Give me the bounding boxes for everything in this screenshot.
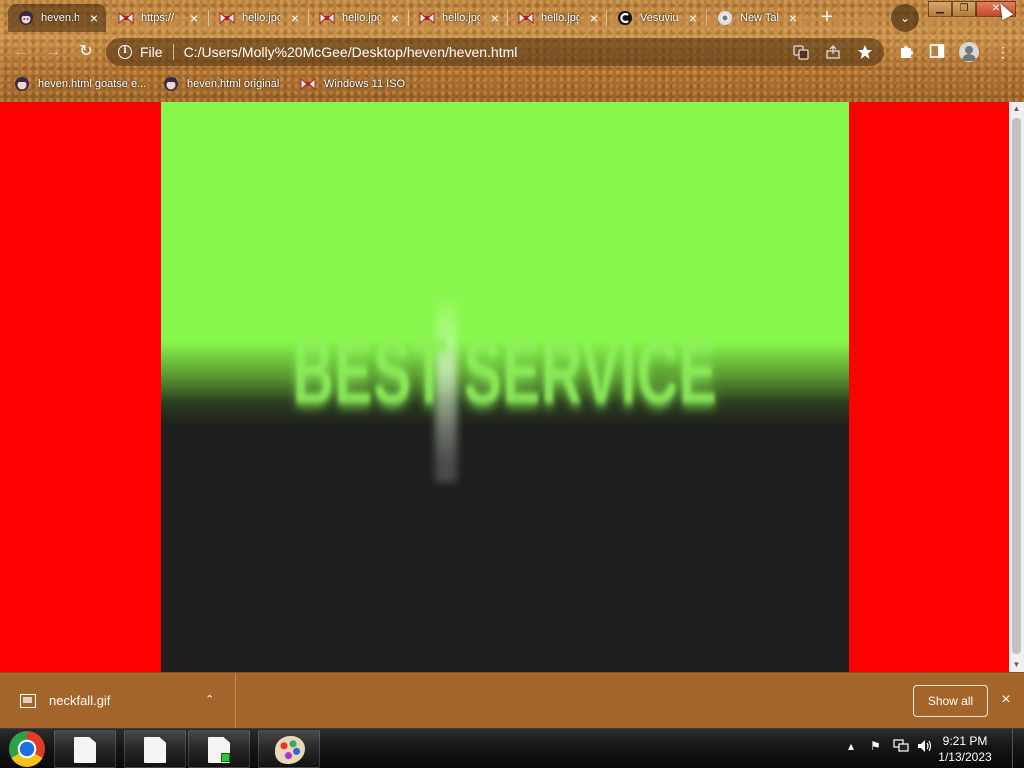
bookmark-star-icon[interactable] bbox=[856, 44, 874, 60]
bow-icon bbox=[518, 10, 534, 26]
anime-avatar-icon bbox=[14, 76, 30, 92]
chevron-up-icon[interactable]: ⌃ bbox=[205, 693, 214, 706]
network-icon[interactable] bbox=[893, 739, 909, 756]
paint-palette-icon bbox=[275, 736, 305, 764]
bookmark-label: heven.html goatse e... bbox=[38, 78, 147, 90]
address-bar[interactable]: i File C:/Users/Molly%20McGee/Desktop/he… bbox=[106, 38, 884, 66]
chrome-icon bbox=[717, 10, 733, 26]
tab-title: hello.jpg bbox=[342, 12, 380, 24]
c-logo-icon bbox=[617, 10, 633, 26]
download-shelf: neckfall.gif ⌃ Show all × bbox=[0, 672, 1024, 729]
bow-icon bbox=[319, 10, 335, 26]
scroll-up-arrow-icon[interactable]: ▲ bbox=[1009, 102, 1024, 116]
tab-vesuvius[interactable]: Vesuvius × bbox=[607, 4, 705, 32]
tab-close-icon[interactable]: × bbox=[90, 10, 98, 26]
green-badge-icon bbox=[221, 753, 230, 762]
tab-title: hello.jpg bbox=[242, 12, 280, 24]
restore-button[interactable]: ❐ bbox=[952, 1, 976, 17]
tab-close-icon[interactable]: × bbox=[491, 10, 499, 26]
scheme-label: File bbox=[140, 44, 163, 60]
show-desktop-button[interactable] bbox=[1012, 729, 1024, 768]
tab-close-icon[interactable]: × bbox=[789, 10, 797, 26]
back-button[interactable]: ← bbox=[10, 41, 32, 63]
minimize-icon: ▁ bbox=[936, 3, 944, 14]
bookmarks-bar: heven.html goatse e... heven.html origin… bbox=[0, 70, 1024, 98]
action-center-flag-icon[interactable]: ⚑ bbox=[870, 739, 881, 753]
tab-title: https:// bbox=[141, 12, 175, 24]
scroll-thumb[interactable] bbox=[1012, 118, 1021, 654]
translate-icon[interactable] bbox=[792, 44, 810, 60]
taskbar-app-paint[interactable] bbox=[258, 730, 320, 768]
download-item[interactable]: neckfall.gif ⌃ bbox=[0, 673, 236, 729]
forward-button[interactable]: → bbox=[42, 41, 64, 63]
bow-icon bbox=[118, 10, 134, 26]
page-content: BEST SERVICE bbox=[0, 102, 1009, 672]
clock-date: 1/13/2023 bbox=[938, 750, 992, 764]
tab-hello-jpg-2[interactable]: hello.jpg × bbox=[309, 4, 407, 32]
tab-hello-jpg-3[interactable]: hello.jpg × bbox=[409, 4, 507, 32]
system-clock[interactable]: 9:21 PM 1/13/2023 bbox=[930, 733, 1000, 765]
clock-time: 9:21 PM bbox=[942, 734, 988, 748]
tab-title: hello.jpg bbox=[442, 12, 480, 24]
bow-icon bbox=[419, 10, 435, 26]
tab-close-icon[interactable]: × bbox=[190, 10, 198, 26]
download-file-name: neckfall.gif bbox=[49, 693, 111, 708]
browser-chrome: heven.html × https:// × hello.jpg × hell… bbox=[0, 0, 1024, 102]
show-all-button[interactable]: Show all bbox=[913, 685, 988, 717]
tab-close-icon[interactable]: × bbox=[689, 10, 697, 26]
tab-title: hello.jpg bbox=[541, 12, 579, 24]
url-text[interactable]: C:/Users/Molly%20McGee/Desktop/heven/hev… bbox=[184, 44, 518, 60]
stage-headline: BEST SERVICE bbox=[292, 321, 718, 423]
tab-hello-jpg-1[interactable]: hello.jpg × bbox=[209, 4, 307, 32]
share-icon[interactable] bbox=[824, 44, 842, 60]
browser-toolbar: ← → ↻ i File C:/Users/Molly%20McGee/Desk… bbox=[0, 34, 1024, 70]
start-button[interactable] bbox=[9, 731, 45, 767]
tab-close-icon[interactable]: × bbox=[391, 10, 399, 26]
tab-https[interactable]: https:// × bbox=[108, 4, 206, 32]
bookmark-label: heven.html original bbox=[187, 78, 280, 90]
show-hidden-icons-icon[interactable]: ▴ bbox=[848, 739, 854, 753]
tab-heven-html[interactable]: heven.html × bbox=[8, 4, 106, 32]
tab-strip: heven.html × https:// × hello.jpg × hell… bbox=[0, 0, 1024, 34]
anime-avatar-icon bbox=[163, 76, 179, 92]
bow-icon bbox=[300, 76, 316, 92]
document-icon bbox=[144, 737, 166, 763]
bookmark-heven-original[interactable]: heven.html original bbox=[163, 75, 279, 93]
taskbar-app-document-2[interactable] bbox=[124, 730, 186, 768]
document-icon bbox=[74, 737, 96, 763]
info-icon[interactable]: i bbox=[118, 45, 132, 59]
tab-close-icon[interactable]: × bbox=[291, 10, 299, 26]
vertical-scrollbar[interactable]: ▲ ▼ bbox=[1009, 102, 1024, 672]
scroll-down-arrow-icon[interactable]: ▼ bbox=[1009, 658, 1024, 672]
bookmark-windows-11-iso[interactable]: Windows 11 ISO bbox=[300, 75, 405, 93]
taskbar-app-document-3[interactable] bbox=[188, 730, 250, 768]
bow-icon bbox=[219, 10, 235, 26]
tab-title: New Tab bbox=[740, 12, 778, 24]
new-tab-button[interactable]: + bbox=[814, 5, 840, 31]
tab-hello-jpg-4[interactable]: hello.jpg × bbox=[508, 4, 606, 32]
tab-search-button[interactable]: ⌄ bbox=[891, 4, 919, 32]
taskbar-app-document-1[interactable] bbox=[54, 730, 116, 768]
taskbar: ▴ ⚑ 9:21 PM 1/13/2023 bbox=[0, 728, 1024, 768]
tab-new-tab[interactable]: New Tab × bbox=[707, 4, 805, 32]
image-file-icon bbox=[20, 694, 36, 708]
close-icon[interactable]: × bbox=[997, 690, 1015, 710]
minimize-button[interactable]: ▁ bbox=[928, 1, 952, 17]
tab-title: Vesuvius bbox=[640, 12, 678, 24]
kebab-menu-icon[interactable]: ⋮ bbox=[994, 43, 1012, 61]
animation-stage: BEST SERVICE bbox=[161, 102, 849, 672]
tab-title: heven.html bbox=[41, 12, 79, 24]
restore-icon: ❐ bbox=[959, 3, 969, 14]
tab-close-icon[interactable]: × bbox=[590, 10, 598, 26]
address-separator bbox=[172, 44, 174, 60]
extensions-puzzle-icon[interactable] bbox=[897, 43, 915, 61]
profile-avatar[interactable] bbox=[959, 42, 979, 62]
reload-button[interactable]: ↻ bbox=[75, 41, 97, 63]
bookmark-label: Windows 11 ISO bbox=[324, 78, 406, 90]
bookmark-heven-goatse[interactable]: heven.html goatse e... bbox=[14, 75, 146, 93]
side-panel-icon[interactable] bbox=[928, 43, 946, 61]
anime-avatar-icon bbox=[18, 10, 34, 26]
